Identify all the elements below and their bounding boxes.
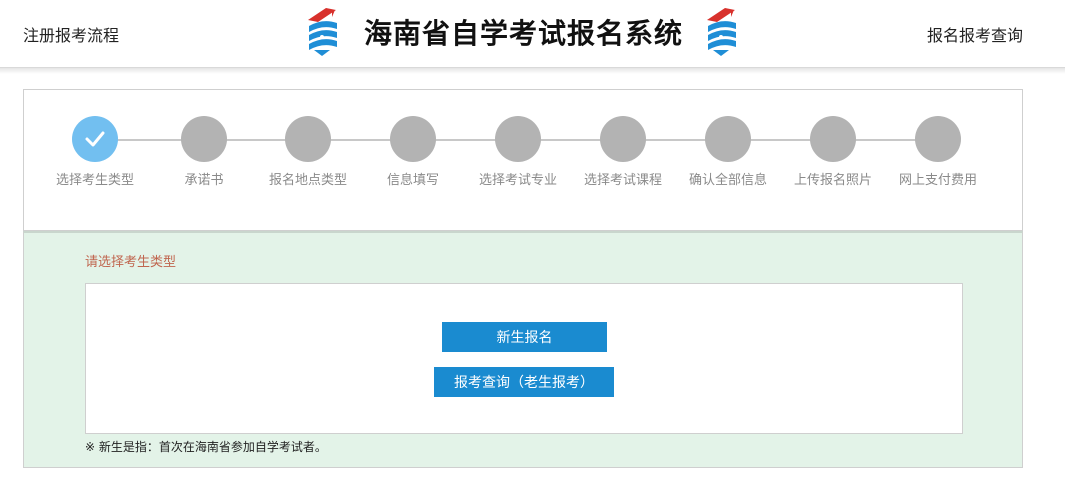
step-circle [705,116,751,162]
step-select-candidate-type: 选择考生类型 [45,116,145,188]
choice-box: 新生报名 报考查询（老生报考） [85,283,963,434]
step-select-course: 选择考试课程 [573,116,673,188]
step-label: 确认全部信息 [688,173,767,188]
candidate-type-section: 请选择考生类型 新生报名 报考查询（老生报考） ※ 新生是指：首次在海南省参加自… [23,231,1023,468]
header-bar: 注册报考流程 海南省自学考试报名系统 报名报考查询 [0,0,1065,68]
logo-icon [308,8,337,56]
step-label: 选择考生类型 [55,173,134,188]
step-info-fill: 信息填写 [363,116,463,188]
check-icon [85,131,105,147]
step-label: 上传报名照片 [793,173,872,188]
step-circle [181,116,227,162]
step-circle [600,116,646,162]
step-label: 信息填写 [386,173,439,188]
registration-query-link[interactable]: 报名报考查询 [927,22,1023,46]
step-location-type: 报名地点类型 [258,116,358,188]
step-circle [72,116,118,162]
new-student-registration-button[interactable]: 新生报名 [442,322,607,352]
step-circle [285,116,331,162]
step-circle [495,116,541,162]
step-circle [915,116,961,162]
step-circle [390,116,436,162]
header-shadow [0,68,1065,74]
step-confirm-info: 确认全部信息 [678,116,778,188]
step-label: 选择考试课程 [583,173,662,188]
new-student-note: ※ 新生是指：首次在海南省参加自学考试者。 [85,440,327,454]
step-label: 网上支付费用 [898,173,977,188]
registration-process-link[interactable]: 注册报考流程 [23,22,119,46]
select-type-prompt: 请选择考生类型 [85,255,177,270]
step-label: 承诺书 [184,173,224,188]
step-upload-photo: 上传报名照片 [783,116,883,188]
logo-icon [707,8,737,56]
site-title: 海南省自学考试报名系统 [364,17,684,50]
brand: 海南省自学考试报名系统 [302,4,743,60]
step-label: 报名地点类型 [268,173,347,188]
step-pledge: 承诺书 [154,116,254,188]
step-circle [810,116,856,162]
step-online-payment: 网上支付费用 [888,116,988,188]
step-select-major: 选择考试专业 [468,116,568,188]
step-label: 选择考试专业 [478,173,557,188]
exam-query-button[interactable]: 报考查询（老生报考） [434,367,614,397]
